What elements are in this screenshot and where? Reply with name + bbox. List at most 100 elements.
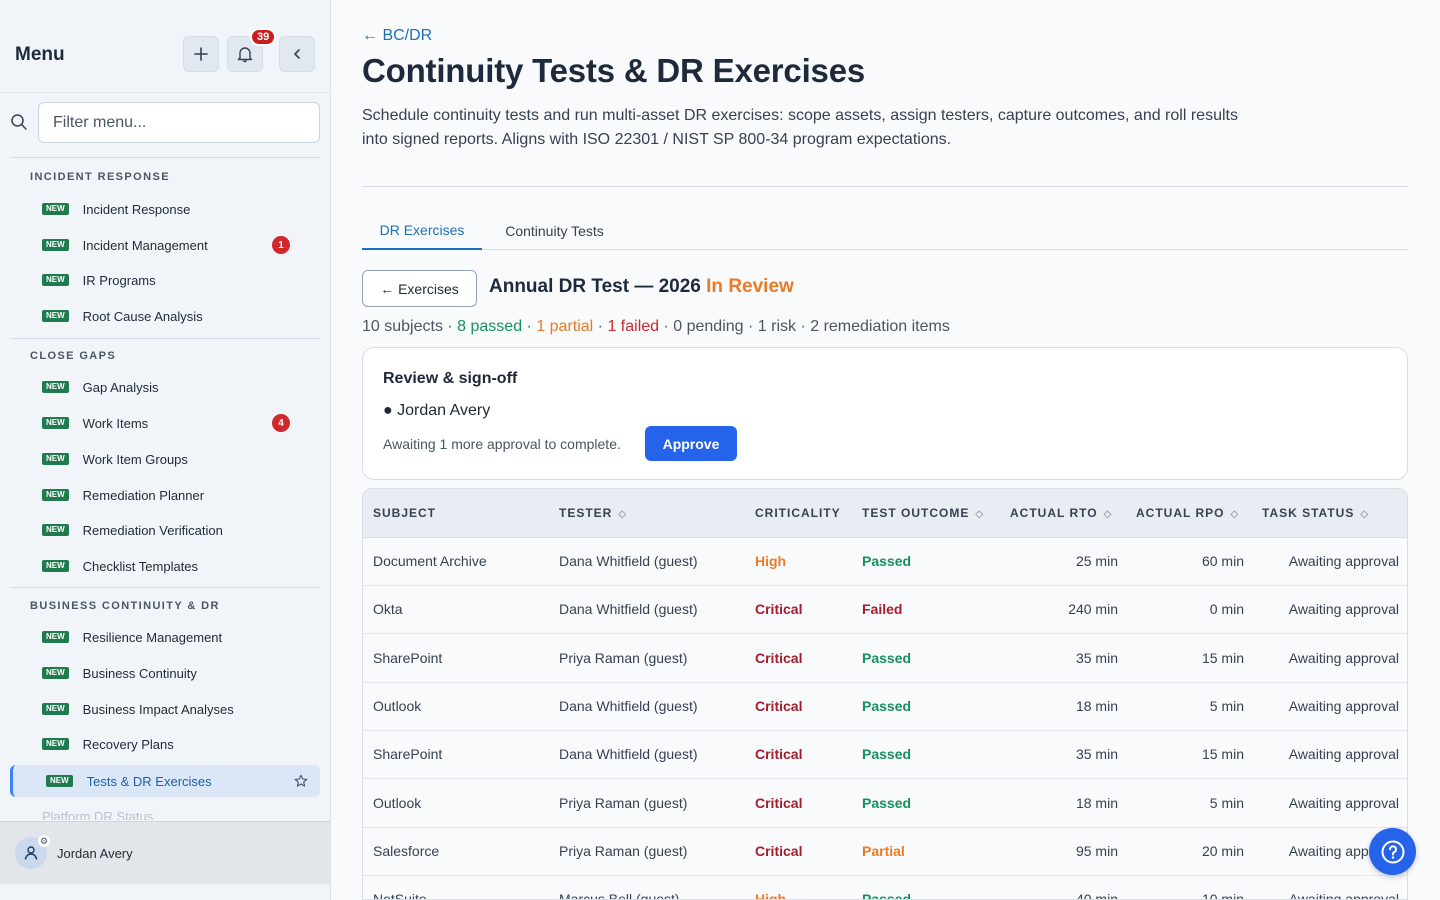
column-header-actual-rto[interactable]: ACTUAL RTO ◇	[1010, 506, 1112, 520]
column-header-test-outcome[interactable]: TEST OUTCOME ◇	[862, 506, 984, 520]
exercise-name: Annual DR Test — 2026	[489, 276, 701, 297]
user-name: Jordan Avery	[57, 846, 133, 861]
new-badge: NEW	[42, 524, 69, 536]
cell-criticality: High	[755, 891, 787, 900]
new-badge: NEW	[42, 310, 69, 322]
cell-actual-rto: 35 min	[1075, 746, 1118, 762]
cell-test-outcome: Passed	[862, 553, 912, 569]
sidebar-item-ir-programs[interactable]: NEW IR Programs	[42, 268, 302, 292]
sidebar-item-gap-analysis[interactable]: NEW Gap Analysis	[42, 375, 302, 399]
new-badge: NEW	[42, 667, 69, 679]
cell-actual-rto: 95 min	[1075, 843, 1118, 859]
sidebar-item-root-cause-analysis[interactable]: NEW Root Cause Analysis	[42, 304, 302, 328]
notifications-button[interactable]: 39	[227, 28, 277, 72]
avatar[interactable]: ⚙	[15, 835, 50, 869]
breadcrumb-back-link[interactable]: ← BC/DR	[362, 27, 432, 45]
cell-criticality: Critical	[755, 698, 803, 714]
exercise-summary: 10 subjects · 8 passed · 1 partial · 1 f…	[362, 318, 950, 335]
cell-actual-rpo: 5 min	[1209, 698, 1244, 714]
divider	[362, 186, 1408, 187]
review-signoff-card: Review & sign-off ● Jordan Avery Awaitin…	[362, 347, 1408, 480]
divider	[10, 157, 320, 158]
table-row[interactable]: SharePoint Dana Whitfield (guest) Critical…	[363, 731, 1407, 779]
approver-name: ● Jordan Avery	[383, 402, 491, 419]
new-badge: NEW	[42, 381, 69, 393]
sidebar-item-remediation-verification[interactable]: NEW Remediation Verification	[42, 518, 302, 542]
table-row[interactable]: SharePoint Priya Raman (guest) Critical Pas…	[363, 635, 1407, 683]
user-icon	[24, 846, 38, 860]
sidebar-item-label: Recovery Plans	[82, 736, 174, 752]
notification-count-badge: 39	[250, 28, 277, 46]
sidebar-item-remediation-planner[interactable]: NEW Remediation Planner	[42, 483, 302, 507]
filter-menu-input[interactable]	[38, 102, 320, 143]
table-row[interactable]: Outlook Priya Raman (guest) Critical Passed…	[363, 780, 1407, 828]
sidebar-item-recovery-plans[interactable]: NEW Recovery Plans	[42, 732, 302, 756]
sidebar-item-business-impact-analyses[interactable]: NEW Business Impact Analyses	[42, 697, 302, 721]
collapse-sidebar-button[interactable]	[279, 36, 315, 72]
sidebar-header: Menu 39	[15, 28, 315, 72]
sidebar: Menu 39 INCIDENT RESPONSE NEW Incident Re…	[0, 0, 331, 900]
column-header-task-status[interactable]: TASK STATUS ◇	[1262, 506, 1369, 520]
summary-risk: 1 risk	[757, 318, 797, 335]
new-badge: NEW	[42, 203, 69, 215]
sidebar-item-work-item-groups[interactable]: NEW Work Item Groups	[42, 447, 302, 471]
cell-subject: Document Archive	[373, 553, 487, 569]
sidebar-item-label: Remediation Verification	[82, 522, 223, 538]
sidebar-item-label: Root Cause Analysis	[82, 308, 203, 324]
plus-icon	[194, 47, 208, 61]
help-button[interactable]	[1369, 828, 1416, 875]
summary-remediation: 2 remediation items	[810, 318, 950, 335]
cell-actual-rto: 18 min	[1075, 795, 1118, 811]
sidebar-item-tests-dr-exercises[interactable]: NEW Tests & DR Exercises	[10, 765, 320, 797]
back-to-exercises-button[interactable]: ← Exercises	[362, 270, 477, 307]
table-row[interactable]: NetSuite Marcus Bell (guest) High Passed 40 …	[363, 876, 1407, 900]
column-header-actual-rpo[interactable]: ACTUAL RPO ◇	[1136, 506, 1239, 520]
cell-test-outcome: Failed	[862, 601, 903, 617]
sidebar-item-incident-response[interactable]: NEW Incident Response	[42, 197, 302, 221]
sidebar-title: Menu	[15, 44, 65, 65]
sidebar-item-label: Checklist Templates	[82, 558, 199, 574]
sidebar-item-label: Work Item Groups	[82, 451, 188, 467]
table-row[interactable]: Document Archive Dana Whitfield (guest) Hi…	[363, 538, 1407, 586]
page-title: Continuity Tests & DR Exercises	[362, 52, 865, 89]
summary-passed: 8 passed	[457, 318, 523, 335]
add-button[interactable]	[183, 36, 219, 72]
sidebar-item-label: Incident Management	[82, 237, 208, 253]
sidebar-item-checklist-templates[interactable]: NEW Checklist Templates	[42, 554, 302, 578]
sort-icon: ◇	[1103, 509, 1113, 520]
sidebar-item-incident-management[interactable]: NEW Incident Management 1	[42, 233, 302, 257]
sidebar-item-label: Gap Analysis	[82, 379, 159, 395]
cell-actual-rpo: 0 min	[1209, 601, 1244, 617]
user-footer[interactable]: ⚙ Jordan Avery	[0, 821, 330, 884]
table-row[interactable]: Outlook Dana Whitfield (guest) Critical Pas…	[363, 683, 1407, 731]
sidebar-item-business-continuity[interactable]: NEW Business Continuity	[42, 661, 302, 685]
star-icon[interactable]	[294, 774, 308, 788]
tab-bar: DR Exercises Continuity Tests	[362, 212, 1408, 250]
new-badge: NEW	[42, 239, 69, 251]
chevron-left-icon	[294, 49, 300, 59]
tab-continuity-tests[interactable]: Continuity Tests	[482, 212, 627, 250]
sidebar-item-platform-dr-status[interactable]: Platform DR Status	[42, 808, 153, 820]
sidebar-item-label: Tests & DR Exercises	[86, 773, 212, 789]
column-header-criticality[interactable]: CRITICALITY	[755, 506, 841, 520]
table-row[interactable]: Okta Dana Whitfield (guest) Critical Failed…	[363, 586, 1407, 634]
cell-tester: Dana Whitfield (guest)	[559, 601, 698, 617]
cell-task-status: Awaiting approval	[1288, 650, 1399, 666]
cell-actual-rpo: 15 min	[1201, 746, 1244, 762]
approve-button[interactable]: Approve	[645, 426, 737, 461]
cell-subject: SharePoint	[373, 746, 443, 762]
cell-criticality: Critical	[755, 746, 803, 762]
gear-icon: ⚙	[38, 835, 50, 847]
cell-tester: Priya Raman (guest)	[559, 650, 688, 666]
column-header-subject[interactable]: SUBJECT	[373, 506, 436, 520]
sidebar-item-work-items[interactable]: NEW Work Items 4	[42, 411, 302, 435]
tab-dr-exercises[interactable]: DR Exercises	[362, 212, 482, 250]
section-title-business-continuity: BUSINESS CONTINUITY & DR	[30, 600, 220, 612]
cell-actual-rto: 18 min	[1075, 698, 1118, 714]
cell-test-outcome: Passed	[862, 891, 912, 900]
sidebar-item-resilience-management[interactable]: NEW Resilience Management	[42, 625, 302, 649]
column-header-tester[interactable]: TESTER ◇	[559, 506, 627, 520]
table-header: SUBJECT TESTER ◇ CRITICALITY TEST OUTCOME…	[363, 489, 1407, 538]
table-row[interactable]: Salesforce Priya Raman (guest) Critical Par…	[363, 828, 1407, 876]
cell-criticality: Critical	[755, 795, 803, 811]
